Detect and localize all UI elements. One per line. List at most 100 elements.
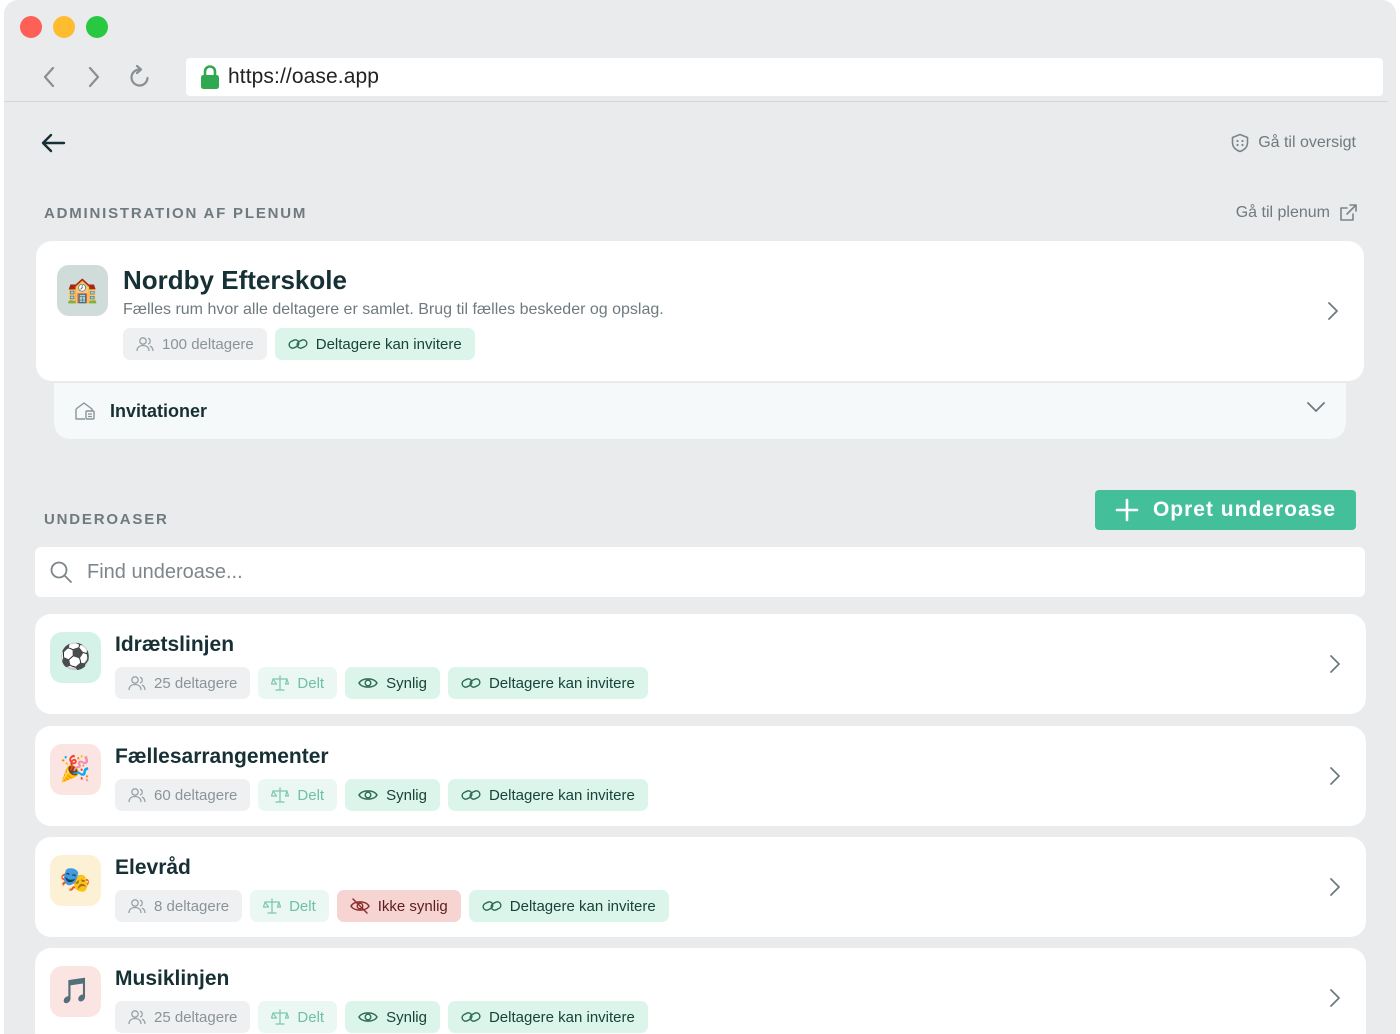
search-input[interactable] bbox=[87, 560, 1287, 584]
users-icon bbox=[136, 337, 154, 352]
suboase-title: Elevråd bbox=[115, 856, 191, 879]
participants-badge: 60 deltagere bbox=[115, 779, 251, 811]
minimize-window-button[interactable] bbox=[53, 16, 75, 38]
eye-icon bbox=[358, 678, 378, 688]
window-controls bbox=[20, 16, 108, 38]
participants-count: 8 deltagere bbox=[154, 897, 230, 915]
browser-reload-button[interactable] bbox=[125, 62, 155, 92]
scale-icon bbox=[271, 675, 290, 691]
shared-badge: Delt bbox=[258, 667, 338, 699]
plenum-card[interactable]: 🏫 Nordby Efterskole Fælles rum hvor alle… bbox=[36, 241, 1364, 381]
shared-badge: Delt bbox=[258, 779, 338, 811]
visibility-badge: Synlig bbox=[345, 779, 440, 811]
visibility-label: Ikke synlig bbox=[377, 897, 448, 915]
party-popper-icon: 🎉 bbox=[50, 744, 101, 795]
browser-window: https://oase.app Gå til oversigt ADMINIS… bbox=[4, 0, 1396, 1034]
suboase-card-elevraad[interactable]: 🎭 Elevråd 8 deltagere Delt Ikke synlig D… bbox=[35, 837, 1366, 937]
suboase-tags: 25 deltagere Delt Synlig Deltagere kan i… bbox=[115, 1001, 648, 1033]
plenum-tags: 100 deltagere Deltagere kan invitere bbox=[123, 328, 475, 360]
suboase-card-faellesarrangementer[interactable]: 🎉 Fællesarrangementer 60 deltagere Delt … bbox=[35, 726, 1366, 826]
admin-section-label: ADMINISTRATION AF PLENUM bbox=[44, 205, 308, 222]
school-icon: 🏫 bbox=[57, 265, 108, 316]
visibility-label: Synlig bbox=[386, 786, 427, 804]
eye-icon bbox=[358, 790, 378, 800]
invite-badge: Deltagere kan invitere bbox=[447, 667, 648, 699]
link-icon bbox=[482, 901, 502, 911]
participants-badge: 25 deltagere bbox=[115, 1001, 251, 1033]
invitations-toggle[interactable]: Invitationer bbox=[54, 383, 1346, 439]
shared-badge: Delt bbox=[250, 890, 329, 922]
suboase-title: Idrætslinjen bbox=[115, 633, 235, 656]
suboase-card-musiklinjen[interactable]: 🎵 Musiklinjen 25 deltagere Delt Synlig D… bbox=[35, 948, 1366, 1034]
participants-count: 25 deltagere bbox=[154, 674, 238, 692]
participants-badge: 100 deltagere bbox=[123, 328, 267, 360]
chevron-right-icon bbox=[88, 66, 100, 88]
shared-label: Delt bbox=[297, 674, 325, 692]
invite-label: Deltagere kan invitere bbox=[488, 786, 635, 804]
link-icon bbox=[288, 339, 308, 349]
invitations-label: Invitationer bbox=[110, 400, 208, 421]
participants-badge: 25 deltagere bbox=[115, 667, 251, 699]
close-window-button[interactable] bbox=[20, 16, 42, 38]
link-icon bbox=[461, 678, 481, 688]
music-note-icon: 🎵 bbox=[50, 966, 101, 1017]
theater-masks-icon: 🎭 bbox=[50, 855, 101, 906]
link-icon bbox=[461, 790, 481, 800]
chevron-right-icon bbox=[1326, 655, 1344, 673]
plenum-description: Fælles rum hvor alle deltagere er samlet… bbox=[123, 301, 664, 318]
address-bar[interactable]: https://oase.app bbox=[186, 58, 1383, 96]
visibility-label: Synlig bbox=[386, 674, 427, 692]
invite-label: Deltagere kan invitere bbox=[509, 897, 656, 915]
shared-badge: Delt bbox=[258, 1001, 338, 1033]
chevron-right-icon bbox=[1326, 878, 1344, 896]
create-suboase-button[interactable]: Opret underoase bbox=[1095, 490, 1356, 530]
link-icon bbox=[461, 1012, 481, 1022]
reload-icon bbox=[130, 64, 149, 87]
chevron-right-icon bbox=[1326, 767, 1344, 785]
visibility-badge: Ikke synlig bbox=[336, 890, 461, 922]
scale-icon bbox=[271, 1009, 290, 1025]
browser-back-button[interactable] bbox=[34, 62, 64, 92]
visibility-badge: Synlig bbox=[345, 1001, 440, 1033]
back-button[interactable] bbox=[38, 128, 68, 158]
suboase-title: Fællesarrangementer bbox=[115, 745, 329, 768]
invite-badge: Deltagere kan invitere bbox=[447, 779, 648, 811]
participants-count: 100 deltagere bbox=[162, 335, 254, 353]
scale-icon bbox=[271, 787, 290, 803]
plenum-title: Nordby Efterskole bbox=[123, 265, 347, 295]
participants-count: 60 deltagere bbox=[154, 786, 238, 804]
toolbar-divider bbox=[4, 101, 1388, 102]
browser-forward-button[interactable] bbox=[79, 62, 109, 92]
suboase-card-idraet[interactable]: ⚽ Idrætslinjen 25 deltagere Delt Synlig … bbox=[35, 614, 1366, 714]
overview-link-label: Gå til oversigt bbox=[1258, 134, 1356, 151]
visibility-label: Synlig bbox=[386, 1008, 427, 1026]
invite-label: Deltagere kan invitere bbox=[488, 674, 635, 692]
chevron-down-icon bbox=[1307, 402, 1325, 412]
suboase-tags: 60 deltagere Delt Synlig Deltagere kan i… bbox=[115, 779, 648, 811]
suboase-search bbox=[35, 547, 1365, 597]
participants-badge: 8 deltagere bbox=[115, 890, 243, 922]
shared-label: Delt bbox=[297, 1008, 325, 1026]
chevron-right-icon bbox=[1326, 989, 1344, 1007]
go-to-plenum-label: Gå til plenum bbox=[1235, 204, 1330, 221]
sub-section-label: UNDEROASER bbox=[44, 511, 169, 528]
arrow-left-icon bbox=[41, 133, 66, 153]
search-icon bbox=[50, 561, 72, 583]
invite-label: Deltagere kan invitere bbox=[488, 1008, 635, 1026]
suboase-title: Musiklinjen bbox=[115, 967, 230, 990]
invite-badge: Deltagere kan invitere bbox=[468, 890, 669, 922]
chevron-left-icon bbox=[43, 66, 55, 88]
overview-link[interactable]: Gå til oversigt bbox=[1230, 133, 1356, 153]
users-icon bbox=[128, 788, 146, 803]
users-icon bbox=[128, 1010, 146, 1025]
eye-icon bbox=[358, 1012, 378, 1022]
participants-count: 25 deltagere bbox=[154, 1008, 238, 1026]
shared-label: Delt bbox=[297, 786, 325, 804]
soccer-ball-icon: ⚽ bbox=[50, 632, 101, 683]
suboase-tags: 25 deltagere Delt Synlig Deltagere kan i… bbox=[115, 667, 648, 699]
suboase-tags: 8 deltagere Delt Ikke synlig Deltagere k… bbox=[115, 890, 669, 922]
invitation-icon bbox=[75, 402, 95, 420]
maximize-window-button[interactable] bbox=[86, 16, 108, 38]
go-to-plenum-link[interactable]: Gå til plenum bbox=[1236, 203, 1358, 223]
shield-icon bbox=[1231, 133, 1249, 153]
